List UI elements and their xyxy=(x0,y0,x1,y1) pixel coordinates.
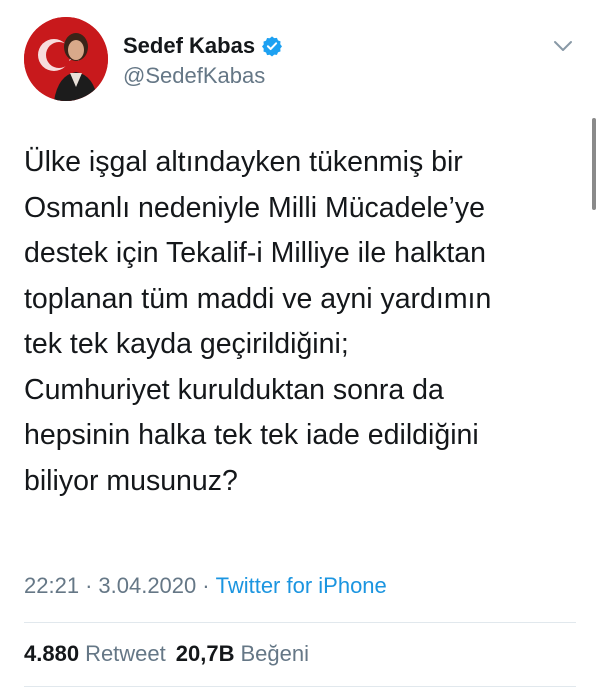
retweet-stat[interactable]: 4.880 Retweet xyxy=(24,641,176,666)
verified-badge-icon xyxy=(261,35,283,57)
author-names: Sedef Kabas @SedefKabas xyxy=(123,31,283,89)
retweet-count: 4.880 xyxy=(24,641,80,666)
tweet-stats: 4.880 Retweet 20,7B Beğeni xyxy=(24,641,319,667)
tweet-header: Sedef Kabas @SedefKabas xyxy=(24,17,580,107)
tweet-line: toplanan tüm maddi ve ayni yardımın xyxy=(24,282,492,315)
tweet-line: Cumhuriyet kurulduktan sonra da xyxy=(24,373,444,406)
tweet-line: Osmanlı nedeniyle Milli Mücadele’ye xyxy=(24,191,485,224)
tweet-source-link[interactable]: Twitter for iPhone xyxy=(216,573,387,598)
retweet-label: Retweet xyxy=(85,641,166,666)
tweet-meta: 22:21 · 3.04.2020 · Twitter for iPhone xyxy=(24,573,387,599)
tweet-line: tek tek kayda geçirildiğini; xyxy=(24,328,349,360)
tweet-line: biliyor musunuz? xyxy=(24,464,238,497)
like-label: Beğeni xyxy=(240,641,310,666)
tweet-line: Ülke işgal altındayken tükenmiş bir xyxy=(24,146,463,178)
tweet-text: Ülke işgal altındayken tükenmiş bir Osma… xyxy=(24,140,580,504)
tweet-date[interactable]: 3.04.2020 xyxy=(98,573,196,598)
like-count: 20,7B xyxy=(175,641,235,666)
tweet-line: destek için Tekalif-i Milliye ile halkta… xyxy=(24,237,486,269)
divider xyxy=(24,622,576,623)
tweet-line: hepsinin halka tek tek iade edildiğini xyxy=(24,419,479,451)
scrollbar[interactable] xyxy=(592,118,596,210)
tweet-time[interactable]: 22:21 xyxy=(24,573,79,598)
handle[interactable]: @SedefKabas xyxy=(123,63,283,89)
meta-separator: · xyxy=(85,573,93,598)
divider xyxy=(24,686,576,687)
like-stat[interactable]: 20,7B Beğeni xyxy=(176,641,319,666)
avatar[interactable] xyxy=(24,17,108,101)
display-name[interactable]: Sedef Kabas xyxy=(123,33,255,59)
chevron-down-icon[interactable] xyxy=(552,35,574,57)
meta-separator: · xyxy=(202,573,210,598)
